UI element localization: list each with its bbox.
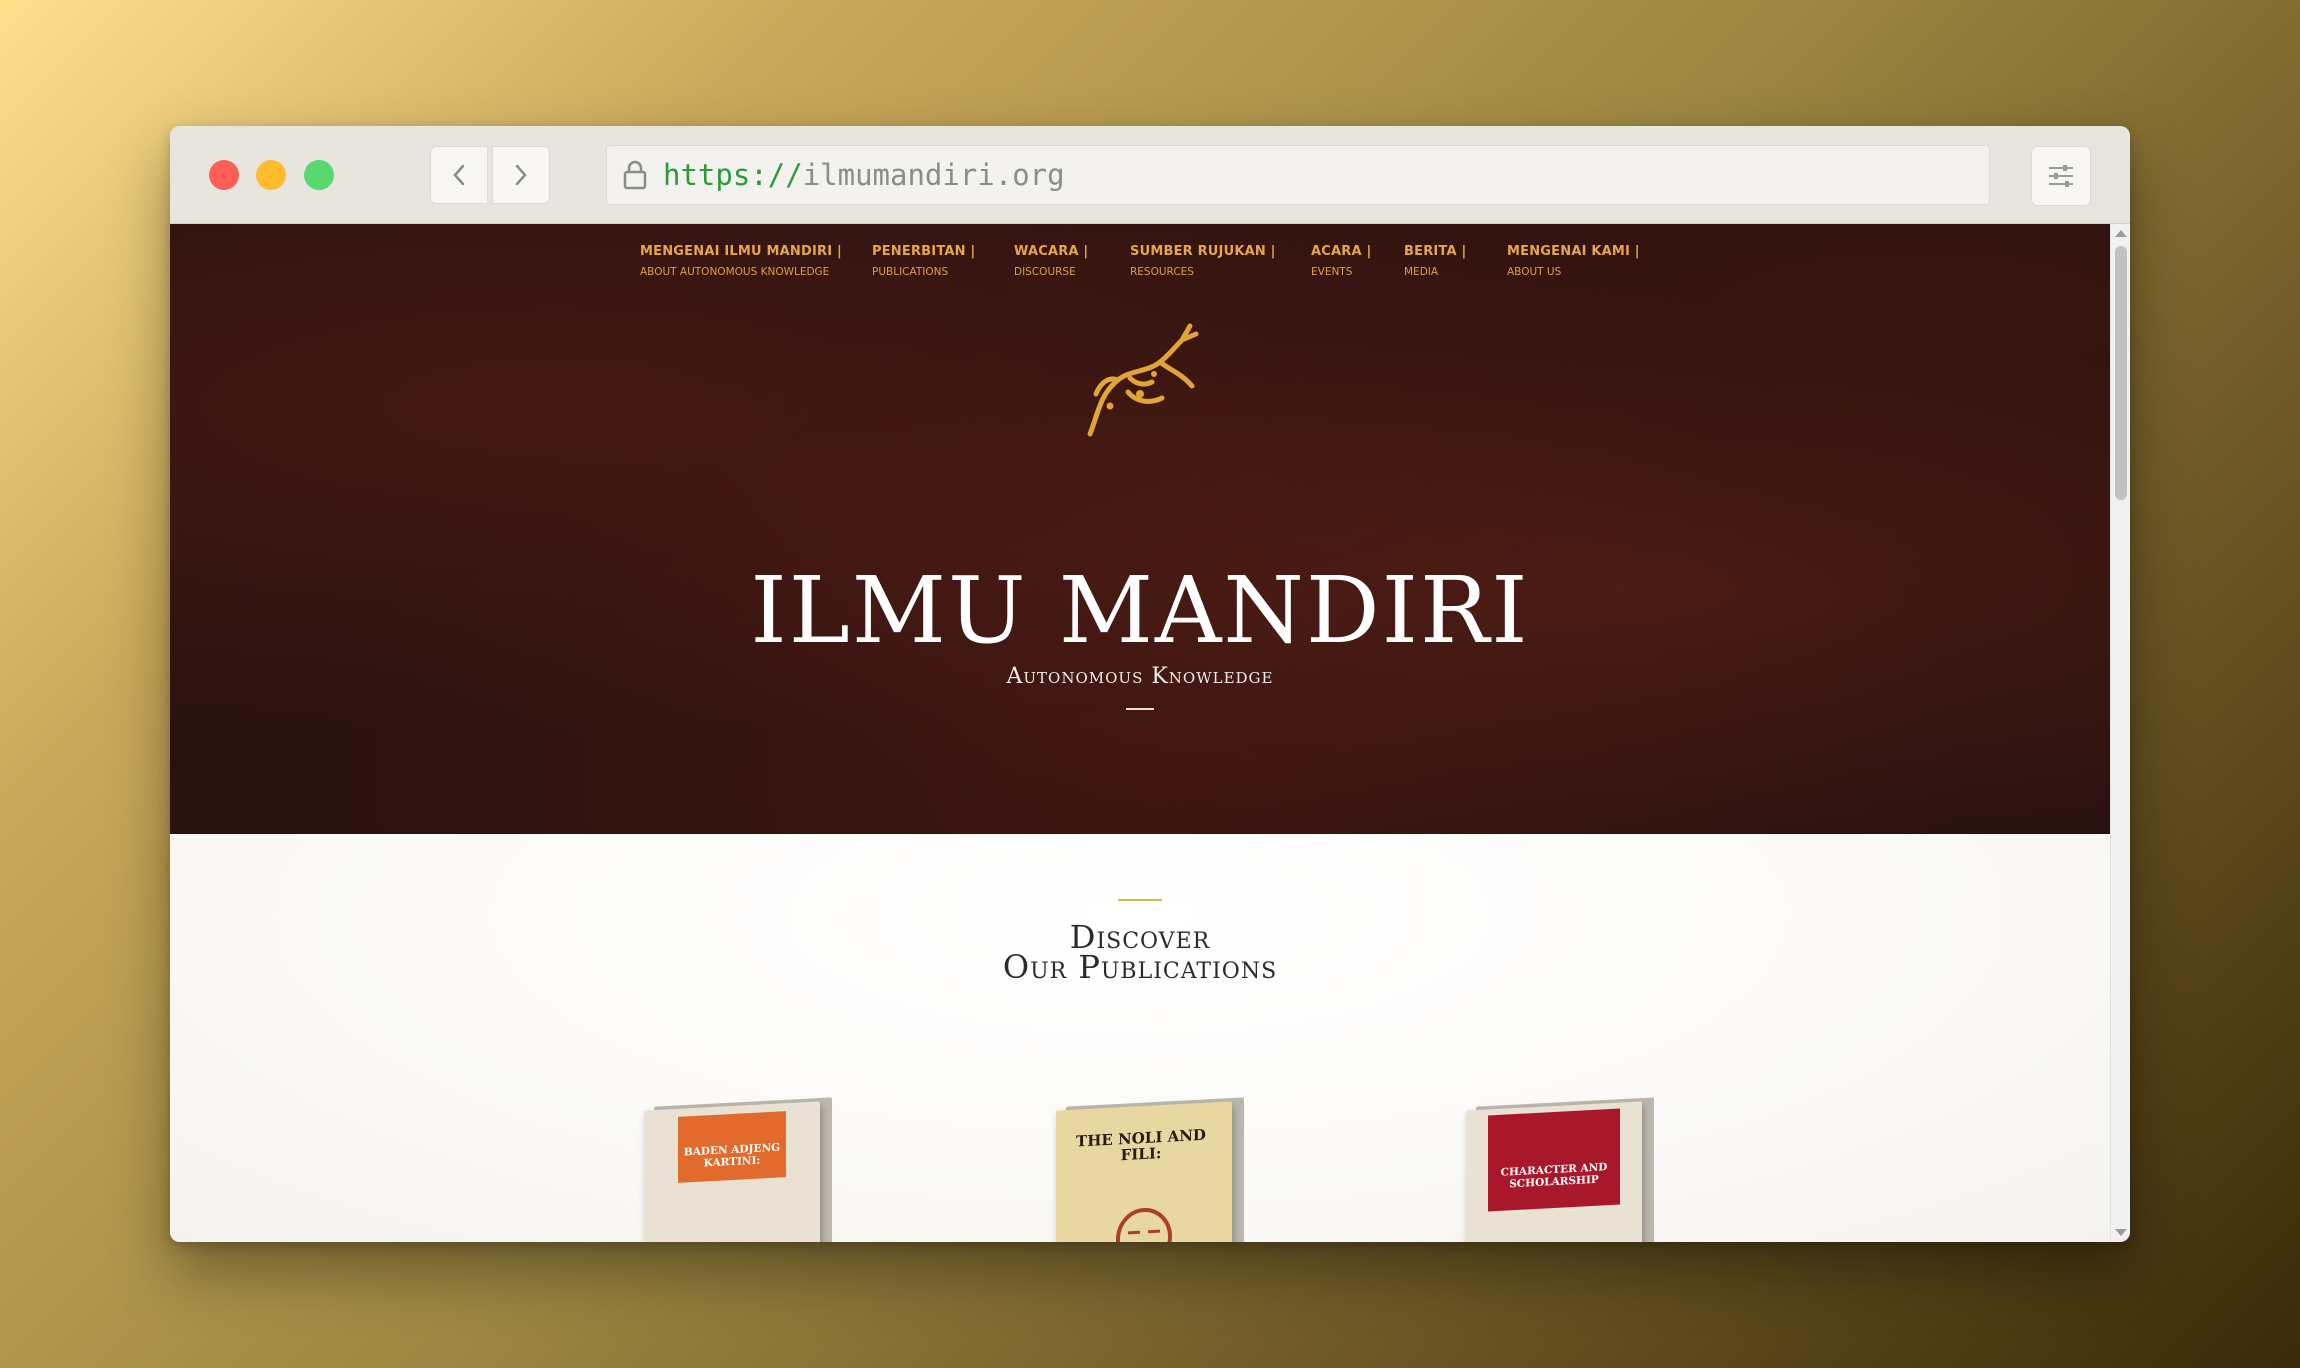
calligraphy-deer-logo[interactable] (1070, 314, 1210, 444)
site-tagline: Autonomous Knowledge (1006, 664, 1274, 689)
nav-item-events[interactable]: ACARA | EVENTS (1311, 244, 1371, 278)
publications-section: Discover Our Publications BADEN ADJENG K… (170, 834, 2110, 1242)
title-divider (1126, 708, 1154, 710)
browser-window: https://ilmumandiri.org MENGENAI ILMU MA… (170, 126, 2130, 1242)
section-divider (1118, 899, 1162, 901)
scroll-thumb[interactable] (2115, 246, 2127, 500)
sliders-icon (2049, 165, 2073, 187)
nav-item-discourse[interactable]: WACARA | DISCOURSE (1014, 244, 1088, 278)
nav-item-media[interactable]: BERITA | MEDIA (1404, 244, 1466, 278)
book-cover-character-and-scholarship[interactable]: CHARACTER AND SCHOLARSHIP (1466, 1097, 1654, 1242)
hero-section: MENGENAI ILMU MANDIRI | ABOUT AUTONOMOUS… (170, 224, 2110, 834)
book-cover-kartini[interactable]: BADEN ADJENG KARTINI: (644, 1097, 832, 1242)
url-host: ilmumandiri.org (802, 158, 1065, 192)
book-cover-noli-and-fili[interactable]: THE NOLI AND FILI: (1056, 1097, 1244, 1242)
browser-toolbar: https://ilmumandiri.org (170, 126, 2130, 224)
nav-item-publications[interactable]: PENERBITAN | PUBLICATIONS (872, 244, 975, 278)
chevron-left-icon (453, 164, 465, 186)
scroll-up-icon[interactable] (2115, 230, 2127, 237)
section-title: Discover Our Publications (1002, 918, 1278, 986)
address-bar[interactable]: https://ilmumandiri.org (606, 145, 1990, 205)
nav-item-about-us[interactable]: MENGENAI KAMI | ABOUT US (1507, 244, 1640, 278)
book-cover-label: CHARACTER AND SCHOLARSHIP (1488, 1108, 1620, 1212)
browser-settings-button[interactable] (2031, 146, 2091, 206)
page-viewport: MENGENAI ILMU MANDIRI | ABOUT AUTONOMOUS… (170, 224, 2130, 1242)
back-button[interactable] (430, 146, 488, 204)
nav-item-resources[interactable]: SUMBER RUJUKAN | RESOURCES (1130, 244, 1276, 278)
book-cover-label: BADEN ADJENG KARTINI: (678, 1111, 786, 1183)
lock-icon (621, 159, 649, 191)
top-navigation: MENGENAI ILMU MANDIRI | ABOUT AUTONOMOUS… (170, 244, 2110, 294)
maximize-window-button[interactable] (304, 160, 334, 190)
portrait-illustration (1116, 1207, 1172, 1242)
url-scheme: https:// (663, 158, 803, 192)
chevron-right-icon (515, 164, 527, 186)
minimize-window-button[interactable] (256, 160, 286, 190)
vertical-scrollbar[interactable] (2110, 224, 2130, 1242)
forward-button[interactable] (492, 146, 550, 204)
site-title: ILMU MANDIRI (750, 557, 1530, 664)
nav-item-about-ilmu-mandiri[interactable]: MENGENAI ILMU MANDIRI | ABOUT AUTONOMOUS… (640, 244, 842, 278)
close-window-button[interactable] (209, 160, 239, 190)
scroll-down-icon[interactable] (2115, 1229, 2127, 1236)
